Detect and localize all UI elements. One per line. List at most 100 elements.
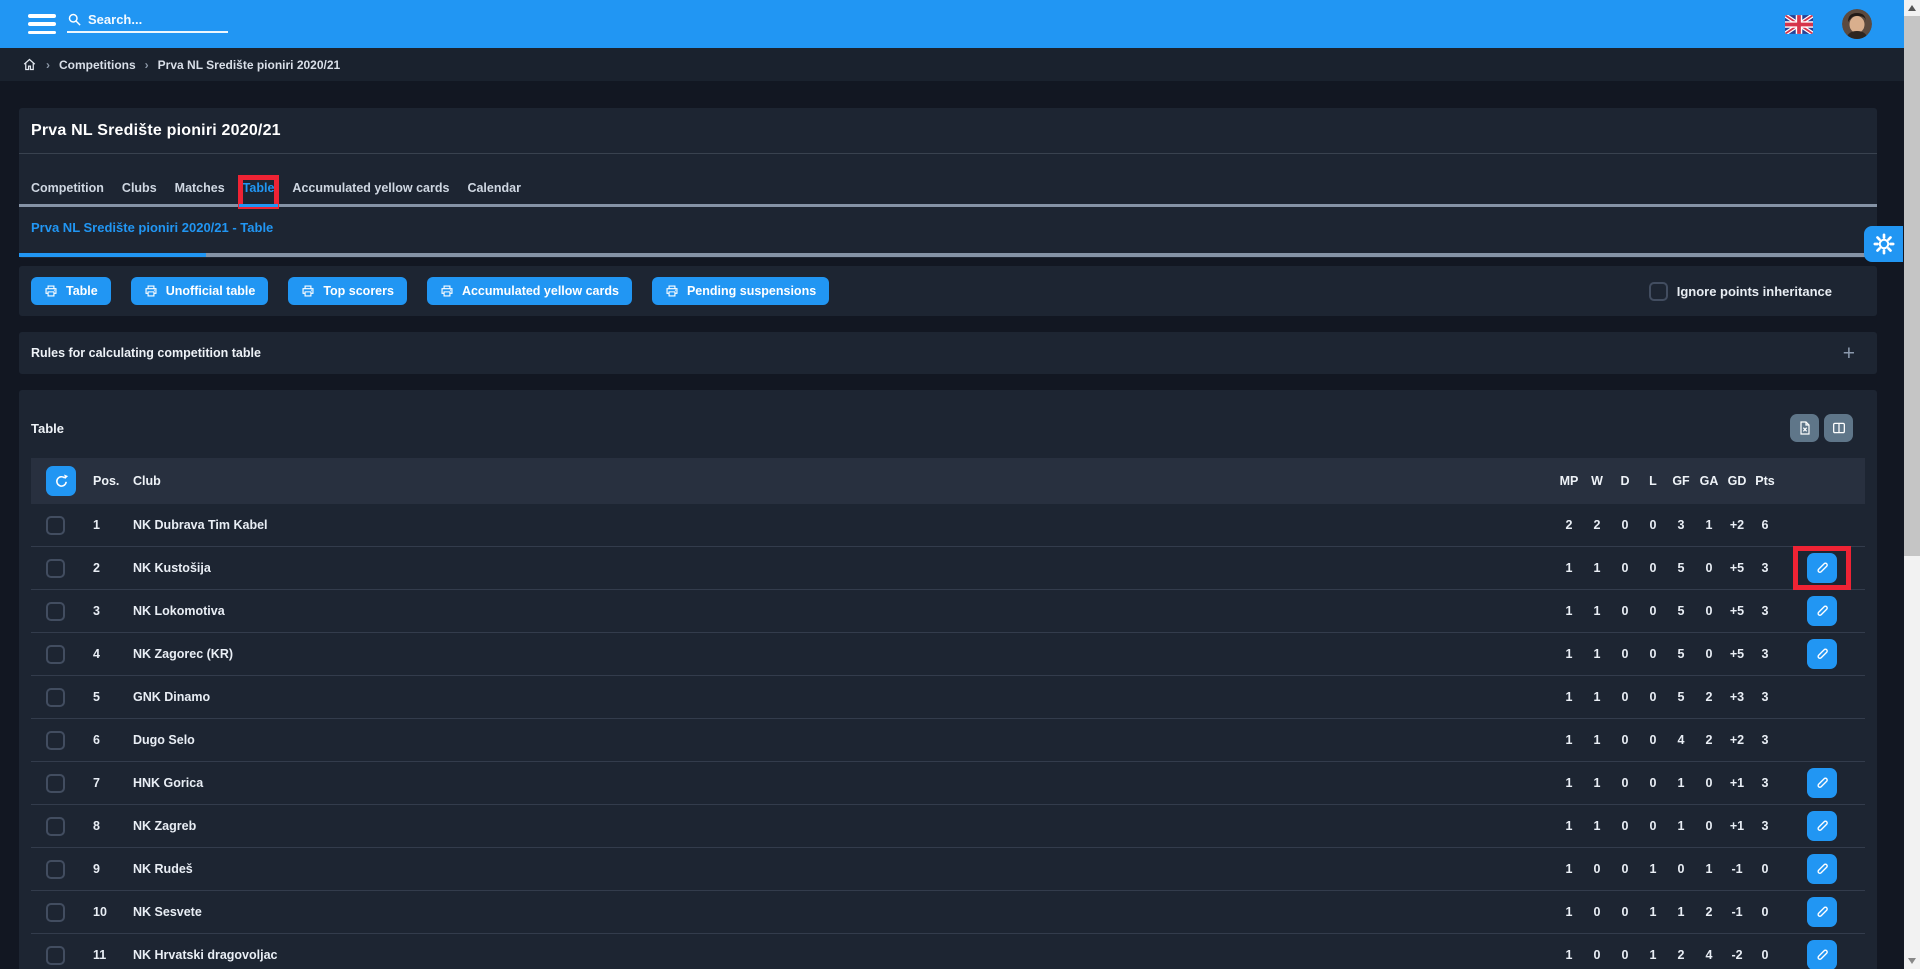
subtab-table-link[interactable]: Prva NL Središte pioniri 2020/21 - Table: [19, 207, 273, 235]
tab-competition[interactable]: Competition: [31, 181, 104, 195]
breadcrumb-separator: ›: [145, 58, 149, 72]
tab-matches[interactable]: Matches: [175, 181, 225, 195]
row-stat-ga: 1: [1695, 862, 1723, 876]
row-checkbox[interactable]: [46, 903, 65, 922]
edit-row-button[interactable]: [1807, 940, 1837, 969]
row-stat-l: 0: [1639, 819, 1667, 833]
row-stat-d: 0: [1611, 690, 1639, 704]
row-stat-l: 1: [1639, 862, 1667, 876]
row-stat-w: 1: [1583, 561, 1611, 575]
tab-accumulated-yellow-cards[interactable]: Accumulated yellow cards: [292, 181, 449, 195]
print-table-button[interactable]: Table: [31, 277, 111, 305]
row-stat-l: 0: [1639, 776, 1667, 790]
row-stat-gf: 5: [1667, 690, 1695, 704]
row-stat-gf: 3: [1667, 518, 1695, 532]
row-stat-d: 0: [1611, 518, 1639, 532]
row-stat-gf: 5: [1667, 647, 1695, 661]
ignore-points-checkbox[interactable]: [1649, 282, 1668, 301]
row-position: 2: [77, 561, 133, 575]
annotated-edit-button: [1807, 553, 1837, 583]
print-unofficial-table-button[interactable]: Unofficial table: [131, 277, 269, 305]
home-icon[interactable]: [22, 57, 37, 72]
rules-panel[interactable]: Rules for calculating competition table …: [19, 332, 1877, 374]
scrollbar-down-arrow[interactable]: [1908, 958, 1916, 964]
table-row: 3NK Lokomotiva110050+53: [31, 590, 1865, 633]
export-file-button[interactable]: [1790, 414, 1819, 442]
settings-button[interactable]: [1864, 226, 1903, 262]
print-pending-suspensions-button[interactable]: Pending suspensions: [652, 277, 829, 305]
table-row: 4NK Zagorec (KR)110050+53: [31, 633, 1865, 676]
edit-row-button[interactable]: [1807, 553, 1837, 583]
row-checkbox[interactable]: [46, 645, 65, 664]
subtab-active-indicator: [19, 253, 206, 257]
row-stat-gd: -2: [1723, 948, 1751, 962]
print-top-scorers-button[interactable]: Top scorers: [288, 277, 407, 305]
header-w: W: [1583, 474, 1611, 488]
export-buttons-group: [1790, 414, 1853, 442]
scrollbar-up-arrow[interactable]: [1908, 5, 1916, 11]
edit-row-button[interactable]: [1807, 639, 1837, 669]
row-stat-ga: 2: [1695, 733, 1723, 747]
row-stat-mp: 1: [1555, 776, 1583, 790]
column-settings-button[interactable]: [1824, 414, 1853, 442]
row-stat-ga: 0: [1695, 604, 1723, 618]
vertical-scrollbar[interactable]: [1904, 0, 1920, 969]
edit-row-button[interactable]: [1807, 897, 1837, 927]
language-flag-icon[interactable]: [1785, 15, 1813, 34]
row-checkbox[interactable]: [46, 688, 65, 707]
row-checkbox[interactable]: [46, 516, 65, 535]
row-check-cell: [31, 688, 77, 707]
row-stat-gd: +3: [1723, 690, 1751, 704]
row-stat-l: 0: [1639, 647, 1667, 661]
row-stat-gd: -1: [1723, 905, 1751, 919]
print-accumulated-yellow-cards-button[interactable]: Accumulated yellow cards: [427, 277, 632, 305]
row-stat-gf: 1: [1667, 905, 1695, 919]
page-title: Prva NL Središte pioniri 2020/21: [19, 108, 1877, 140]
refresh-table-button[interactable]: [46, 466, 76, 496]
edit-row-button[interactable]: [1807, 596, 1837, 626]
row-actions: [1779, 940, 1865, 969]
table-row: 7HNK Gorica110010+13: [31, 762, 1865, 805]
columns-icon: [1831, 420, 1847, 436]
row-checkbox[interactable]: [46, 817, 65, 836]
row-check-cell: [31, 602, 77, 621]
search-input[interactable]: [88, 12, 228, 27]
row-checkbox[interactable]: [46, 602, 65, 621]
row-position: 9: [77, 862, 133, 876]
breadcrumb-competitions[interactable]: Competitions: [59, 58, 136, 72]
table-row: 5GNK Dinamo110052+33: [31, 676, 1865, 719]
tab-clubs[interactable]: Clubs: [122, 181, 157, 195]
edit-row-button[interactable]: [1807, 768, 1837, 798]
row-stat-pts: 3: [1751, 733, 1779, 747]
row-check-cell: [31, 559, 77, 578]
row-stat-gf: 5: [1667, 604, 1695, 618]
row-checkbox[interactable]: [46, 559, 65, 578]
header-refresh-cell: [31, 466, 77, 496]
row-checkbox[interactable]: [46, 774, 65, 793]
row-stat-pts: 3: [1751, 776, 1779, 790]
row-position: 3: [77, 604, 133, 618]
table-header-row: Pos. Club MPWDLGFGAGDPts: [31, 458, 1865, 504]
row-check-cell: [31, 731, 77, 750]
expand-plus-icon[interactable]: +: [1843, 343, 1855, 364]
edit-row-button[interactable]: [1807, 854, 1837, 884]
row-stat-ga: 0: [1695, 819, 1723, 833]
row-stat-ga: 0: [1695, 776, 1723, 790]
row-stat-gf: 1: [1667, 776, 1695, 790]
row-checkbox[interactable]: [46, 860, 65, 879]
row-stat-mp: 1: [1555, 819, 1583, 833]
edit-row-button[interactable]: [1807, 811, 1837, 841]
row-stat-l: 0: [1639, 561, 1667, 575]
scrollbar-thumb[interactable]: [1904, 16, 1920, 556]
menu-hamburger-button[interactable]: [28, 14, 56, 34]
ignore-points-inheritance: Ignore points inheritance: [1649, 282, 1832, 301]
row-stat-mp: 2: [1555, 518, 1583, 532]
tab-table[interactable]: Table: [243, 181, 275, 195]
row-checkbox[interactable]: [46, 731, 65, 750]
row-stat-pts: 0: [1751, 948, 1779, 962]
print-buttons-group: Table Unofficial table Top scorers Accumula…: [31, 277, 829, 305]
user-avatar[interactable]: [1842, 9, 1872, 39]
tab-calendar[interactable]: Calendar: [467, 181, 521, 195]
row-club-name: NK Zagreb: [133, 819, 1555, 833]
row-checkbox[interactable]: [46, 946, 65, 965]
